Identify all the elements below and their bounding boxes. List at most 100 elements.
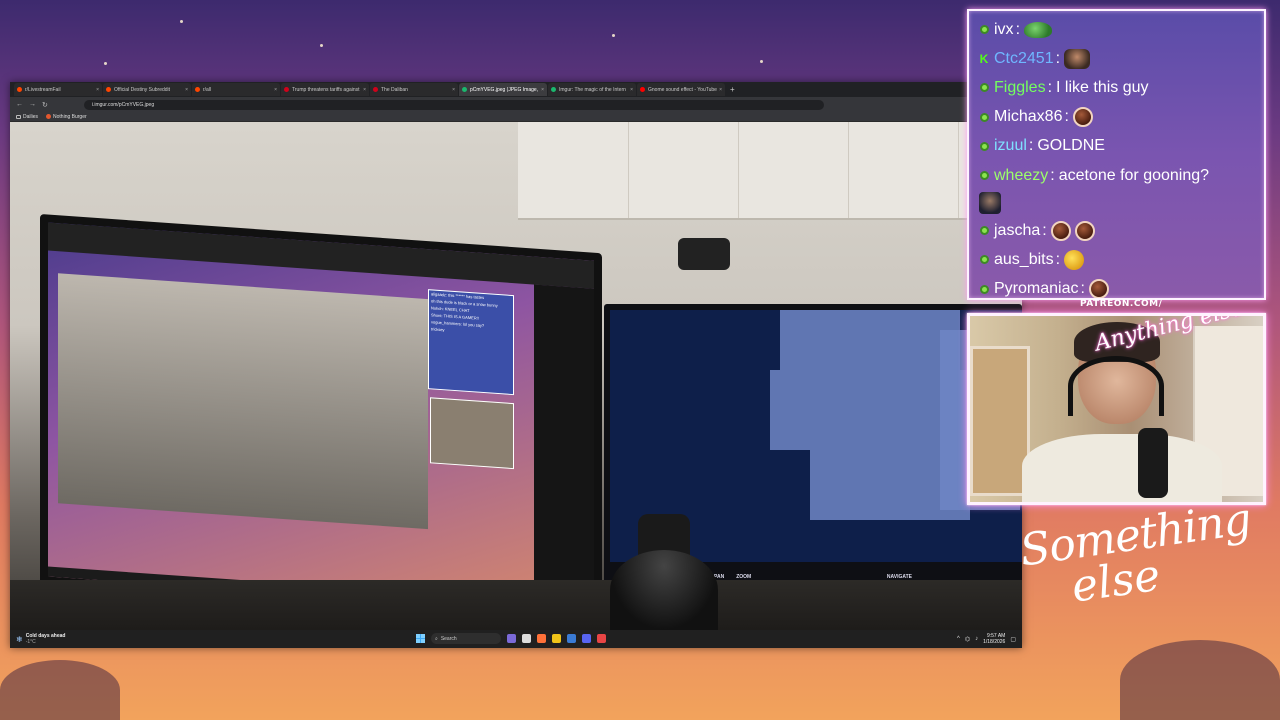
forward-icon[interactable]: → xyxy=(29,101,36,108)
frog-emote-icon xyxy=(1024,21,1053,38)
chat-separator: : xyxy=(1047,78,1053,96)
windows-taskbar: ❄ Cold days ahead -1°C ⌕ Search ^ ⌬ ♪ 9:… xyxy=(10,630,1022,648)
chat-username[interactable]: Ctc2451 xyxy=(994,50,1054,68)
streamer-shirt xyxy=(1022,434,1222,502)
star-decoration xyxy=(320,44,323,47)
chat-username[interactable]: Pyromaniac xyxy=(994,280,1078,298)
browser-tab[interactable]: pCmYVEG.jpeg (JPEG Image, 40 × xyxy=(459,83,547,96)
star-decoration xyxy=(760,60,763,63)
close-tab-icon[interactable]: × xyxy=(185,87,188,93)
taskbar-search[interactable]: ⌕ Search xyxy=(431,633,501,644)
close-tab-icon[interactable]: × xyxy=(630,87,633,93)
back-icon[interactable]: ← xyxy=(16,101,23,108)
chat-username[interactable]: aus_bits xyxy=(994,251,1054,269)
weather-widget[interactable]: ❄ Cold days ahead -1°C xyxy=(16,633,65,645)
palm-silhouette xyxy=(1120,640,1280,720)
close-tab-icon[interactable]: × xyxy=(719,87,722,93)
something-else-logo: Something else xyxy=(1017,491,1280,645)
clock[interactable]: 9:57 AM 1/18/2026 xyxy=(983,633,1005,645)
face-emote-icon xyxy=(1064,48,1091,69)
browser-tab[interactable]: r/LivestreamFail × xyxy=(14,83,102,96)
browser-tab[interactable]: Imgur: The magic of the Intern × xyxy=(548,83,636,96)
tab-label: Gnome sound effect - YouTube xyxy=(648,86,717,93)
close-tab-icon[interactable]: × xyxy=(274,87,277,93)
bookmark-label: Dailies xyxy=(23,113,39,120)
taskbar-app-icon[interactable] xyxy=(522,634,531,643)
chat-text: I like this guy xyxy=(1056,78,1149,96)
bookmark-label: Nothing Burger xyxy=(53,113,87,120)
file-explorer-icon[interactable] xyxy=(552,634,561,643)
chat-message: aus_bits: xyxy=(979,245,1254,274)
tab-favicon-icon xyxy=(373,87,378,92)
chat-username[interactable]: Michax86 xyxy=(994,108,1062,126)
close-tab-icon[interactable]: × xyxy=(541,87,544,93)
chat-separator: : xyxy=(1055,250,1061,268)
discord-icon[interactable] xyxy=(582,634,591,643)
patreon-label: PATREON.COM/ xyxy=(1080,299,1163,309)
chat-attachment xyxy=(979,190,1254,216)
tab-favicon-icon xyxy=(640,87,645,92)
water-bottle xyxy=(610,550,718,630)
bookmarks-bar: Dailies Nothing Burger xyxy=(10,112,1022,122)
tab-label: Official Destiny Subreddit xyxy=(114,86,171,93)
browser-tab[interactable]: r/all × xyxy=(192,83,280,96)
chat-badge-icon xyxy=(979,255,989,265)
tab-label: The Daliban xyxy=(381,86,408,93)
volume-icon[interactable]: ♪ xyxy=(975,636,978,642)
bean-emote-icon xyxy=(1074,220,1095,241)
tab-label: pCmYVEG.jpeg (JPEG Image, 40 xyxy=(470,86,540,93)
chat-badge-icon xyxy=(979,226,989,236)
tab-label: r/all xyxy=(203,86,212,93)
network-icon[interactable]: ⌬ xyxy=(965,636,970,643)
browser-tab[interactable]: The Daliban × xyxy=(370,83,458,96)
reload-icon[interactable]: ↻ xyxy=(42,101,48,109)
bookmark-dailies[interactable]: Dailies xyxy=(16,114,38,120)
left-monitor: aligaadz: this ****** has tastes oh this… xyxy=(40,214,602,630)
close-tab-icon[interactable]: × xyxy=(452,87,455,93)
chat-message: Michax86: xyxy=(979,103,1254,132)
nested-side-chat xyxy=(534,284,594,615)
windows-start-icon[interactable] xyxy=(416,634,425,643)
chat-badge-icon xyxy=(979,25,989,35)
chat-message: Figgles: I like this guy xyxy=(979,73,1254,102)
taskbar-app-icon[interactable] xyxy=(567,634,576,643)
chat-username[interactable]: izuul xyxy=(994,137,1027,155)
bean-emote-icon xyxy=(1072,107,1093,128)
chat-username[interactable]: ivx xyxy=(994,21,1014,39)
tab-label: Trump threatens tariffs against xyxy=(292,86,360,93)
taskbar-app-icon[interactable] xyxy=(507,634,516,643)
bean-emote-icon xyxy=(1088,279,1109,298)
address-bar[interactable]: i.imgur.com/pCmYVEG.jpeg xyxy=(83,99,824,110)
search-placeholder: Search xyxy=(440,635,457,642)
shelf xyxy=(970,346,1030,496)
new-tab-button[interactable]: + xyxy=(730,85,735,94)
bookmark-nothing-burger[interactable]: Nothing Burger xyxy=(46,114,87,120)
chevron-up-icon[interactable]: ^ xyxy=(957,636,960,642)
chat-badge-icon xyxy=(979,83,989,93)
chat-username[interactable]: jascha xyxy=(994,222,1040,240)
search-icon: ⌕ xyxy=(435,635,438,642)
chat-message: wheezy: acetone for gooning? xyxy=(979,161,1254,190)
chat-username[interactable]: Figgles xyxy=(994,79,1046,97)
firefox-icon[interactable] xyxy=(537,634,546,643)
browser-tab[interactable]: Gnome sound effect - YouTube × xyxy=(637,83,725,96)
palm-silhouette xyxy=(0,660,120,720)
close-tab-icon[interactable]: × xyxy=(96,87,99,93)
close-tab-icon[interactable]: × xyxy=(363,87,366,93)
browser-tab[interactable]: Official Destiny Subreddit × xyxy=(103,83,191,96)
tab-favicon-icon xyxy=(17,87,22,92)
chat-separator: : xyxy=(1080,280,1085,298)
avatar-emote-icon xyxy=(979,192,1001,215)
tab-favicon-icon xyxy=(462,87,467,92)
desk-surface xyxy=(10,580,1022,630)
browser-tab[interactable]: Trump threatens tariffs against × xyxy=(281,83,369,96)
chat-message: Pyromaniac: xyxy=(979,275,1254,298)
chat-username[interactable]: wheezy xyxy=(994,167,1048,185)
taskbar-app-icon[interactable] xyxy=(597,634,606,643)
tab-label: Imgur: The magic of the Intern xyxy=(559,86,626,93)
url-text: i.imgur.com/pCmYVEG.jpeg xyxy=(91,101,155,108)
duck-emote-icon xyxy=(1064,249,1085,270)
tab-favicon-icon xyxy=(284,87,289,92)
notification-icon[interactable]: ▢ xyxy=(1010,636,1016,643)
system-tray: ^ ⌬ ♪ 9:57 AM 1/18/2026 ▢ xyxy=(957,633,1016,645)
